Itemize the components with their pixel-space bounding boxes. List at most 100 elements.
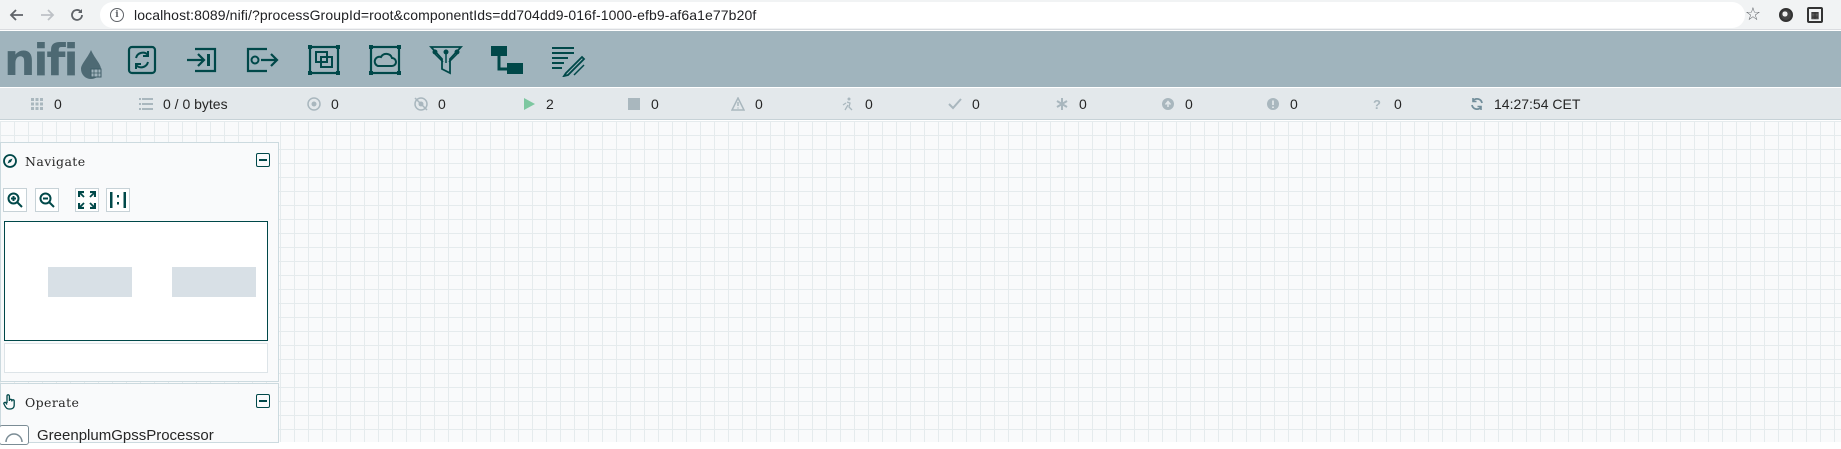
collapse-operate-button[interactable] xyxy=(256,394,270,408)
check-icon xyxy=(948,97,962,111)
zoom-in-button[interactable] xyxy=(3,188,27,212)
birdseye-view[interactable] xyxy=(4,221,268,341)
not-transmitting-stat: 0 xyxy=(414,88,446,120)
forward-button[interactable] xyxy=(34,2,60,28)
stopped-stat: 0 xyxy=(627,88,659,120)
reload-icon xyxy=(71,8,83,21)
flow-status-bar: 0 0 / 0 bytes 0 0 2 0 0 0 0 0 0 0 ? 0 14… xyxy=(0,88,1841,120)
up-to-date-value: 0 xyxy=(972,96,980,112)
operate-header[interactable]: Operate xyxy=(1,384,278,420)
info-icon[interactable]: i xyxy=(110,8,124,22)
logo-text: nifi xyxy=(4,35,79,86)
transmitting-icon xyxy=(307,97,321,111)
funnel-tool[interactable] xyxy=(428,42,464,78)
running-stat: 2 xyxy=(522,88,554,120)
transmitting-stat: 0 xyxy=(307,88,339,120)
process-group-tool[interactable] xyxy=(306,42,342,78)
disabled-stat: 0 xyxy=(841,88,873,120)
fit-screen-icon xyxy=(78,191,96,209)
question-icon: ? xyxy=(1373,96,1381,112)
stop-icon xyxy=(627,97,641,111)
invalid-value: 0 xyxy=(755,96,763,112)
label-tool[interactable] xyxy=(550,42,586,78)
selected-component: GreenplumGpssProcessor xyxy=(0,424,214,446)
browser-toolbar: i localhost:8089/nifi/?processGroupId=ro… xyxy=(0,0,1841,30)
nifi-logo: nifi xyxy=(4,37,103,83)
warning-icon xyxy=(731,97,745,111)
last-refreshed-stat[interactable]: 14:27:54 CET xyxy=(1470,88,1580,120)
fit-screen-button[interactable] xyxy=(75,188,99,212)
play-icon xyxy=(522,97,536,111)
label-icon xyxy=(552,47,586,77)
navigate-header[interactable]: Navigate xyxy=(1,143,278,179)
back-button[interactable] xyxy=(4,2,30,28)
not-transmitting-icon xyxy=(414,97,428,111)
template-icon xyxy=(491,46,523,74)
drop-icon xyxy=(80,50,102,79)
actual-size-icon xyxy=(110,192,126,208)
stale-stat: 0 xyxy=(1161,88,1193,120)
stale-icon xyxy=(1161,97,1175,111)
arrow-right-icon xyxy=(41,8,55,21)
exclamation-icon xyxy=(1266,97,1280,111)
threads-icon xyxy=(30,97,44,111)
process-group-icon xyxy=(308,45,340,75)
active-threads-stat: 0 xyxy=(30,88,62,120)
navigate-title: Navigate xyxy=(25,153,86,169)
arrow-left-icon xyxy=(9,8,23,21)
up-to-date-stat: 0 xyxy=(948,88,980,120)
reload-button[interactable] xyxy=(64,2,90,28)
collapse-navigate-button[interactable] xyxy=(256,153,270,167)
not-transmitting-value: 0 xyxy=(438,96,446,112)
running-value: 2 xyxy=(546,96,554,112)
selected-component-name: GreenplumGpssProcessor xyxy=(37,426,214,444)
disabled-icon xyxy=(841,97,855,111)
birdseye-component xyxy=(172,267,256,297)
operate-title: Operate xyxy=(25,394,80,410)
processor-tool[interactable] xyxy=(124,42,160,78)
output-port-tool[interactable] xyxy=(244,42,280,78)
nifi-header: nifi xyxy=(0,31,1841,87)
input-port-tool[interactable] xyxy=(184,42,220,78)
extension-grid-icon[interactable]: ▦ xyxy=(1807,7,1823,23)
navigate-footer xyxy=(4,343,268,373)
stale-value: 0 xyxy=(1185,96,1193,112)
remote-process-group-tool[interactable] xyxy=(367,42,403,78)
template-tool[interactable] xyxy=(489,42,525,78)
sync-failure-value: 0 xyxy=(1394,96,1402,112)
remote-process-group-icon xyxy=(369,45,401,75)
locally-modified-stale-stat: 0 xyxy=(1266,88,1298,120)
sync-failure-stat: ? 0 xyxy=(1370,88,1402,120)
operate-panel: Operate GreenplumGpssProcessor xyxy=(0,383,279,446)
stopped-value: 0 xyxy=(651,96,659,112)
refresh-icon[interactable] xyxy=(1470,97,1484,111)
locally-modified-value: 0 xyxy=(1079,96,1087,112)
asterisk-icon xyxy=(1055,97,1069,111)
birdseye-component xyxy=(48,267,132,297)
address-bar[interactable]: i localhost:8089/nifi/?processGroupId=ro… xyxy=(100,2,1745,28)
extension-icon[interactable] xyxy=(1779,8,1793,22)
processor-icon xyxy=(127,45,157,75)
list-icon xyxy=(139,97,153,111)
hand-pointer-icon xyxy=(3,394,17,410)
url-text[interactable]: localhost:8089/nifi/?processGroupId=root… xyxy=(134,7,756,23)
active-threads-value: 0 xyxy=(54,96,62,112)
compass-icon xyxy=(3,154,17,168)
output-port-icon xyxy=(246,47,279,73)
actual-size-button[interactable] xyxy=(106,188,130,212)
zoom-out-icon xyxy=(39,192,55,208)
navigate-panel: Navigate xyxy=(0,142,279,382)
locally-modified-stat: 0 xyxy=(1055,88,1087,120)
transmitting-value: 0 xyxy=(331,96,339,112)
funnel-icon xyxy=(429,46,463,75)
disabled-value: 0 xyxy=(865,96,873,112)
bookmark-star-icon[interactable]: ☆ xyxy=(1745,4,1761,25)
locally-modified-stale-value: 0 xyxy=(1290,96,1298,112)
zoom-out-button[interactable] xyxy=(35,188,59,212)
queued-stat: 0 / 0 bytes xyxy=(139,88,228,120)
processor-type-icon xyxy=(0,425,29,445)
zoom-in-icon xyxy=(7,192,23,208)
queued-value: 0 / 0 bytes xyxy=(163,96,228,112)
invalid-stat: 0 xyxy=(731,88,763,120)
refreshed-time: 14:27:54 CET xyxy=(1494,96,1581,112)
